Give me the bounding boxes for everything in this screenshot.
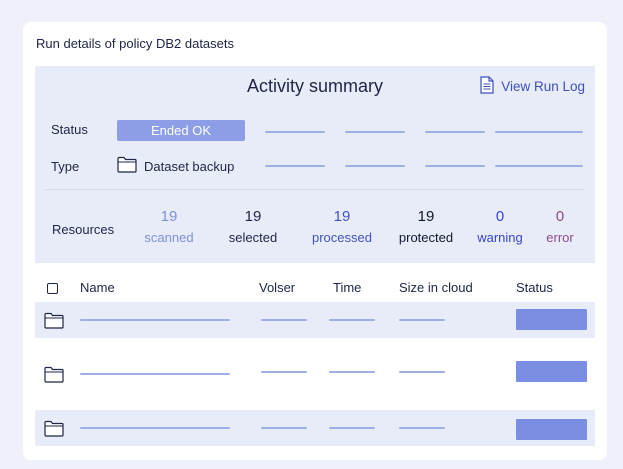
- placeholder-line: [399, 319, 445, 321]
- resource-label: error: [546, 230, 574, 245]
- placeholder-line: [345, 165, 405, 167]
- resource-label: scanned: [144, 230, 194, 245]
- placeholder-line: [80, 427, 230, 429]
- placeholder-line: [495, 131, 583, 133]
- column-header-volser[interactable]: Volser: [259, 280, 295, 295]
- placeholder-line: [399, 427, 445, 429]
- select-all-checkbox[interactable]: [47, 283, 58, 294]
- resource-count: 0: [555, 208, 565, 225]
- placeholder-line: [261, 319, 307, 321]
- resource-selected: 19 selected: [219, 208, 287, 246]
- folder-icon: [44, 312, 64, 334]
- placeholder-line: [425, 165, 485, 167]
- resource-label: protected: [398, 230, 454, 245]
- type-value: Dataset backup: [117, 156, 234, 176]
- column-header-size[interactable]: Size in cloud: [399, 280, 473, 295]
- type-label: Type: [51, 159, 80, 174]
- placeholder-line: [80, 373, 230, 375]
- placeholder-line: [425, 131, 485, 133]
- resource-error: 0 error: [535, 208, 585, 246]
- column-header-status[interactable]: Status: [516, 280, 553, 295]
- status-label: Status: [51, 122, 88, 137]
- resource-count: 0: [495, 208, 505, 225]
- status-badge: [516, 361, 587, 382]
- placeholder-line: [261, 427, 307, 429]
- card-title: Run details of policy DB2 datasets: [36, 36, 234, 51]
- resources-label: Resources: [52, 222, 115, 237]
- resource-label: selected: [228, 230, 278, 245]
- folder-icon: [44, 420, 64, 442]
- column-header-name[interactable]: Name: [80, 280, 115, 295]
- resource-scanned: 19 scanned: [135, 208, 203, 246]
- resource-count: 19: [333, 208, 351, 225]
- resource-count: 19: [244, 208, 262, 225]
- column-header-time[interactable]: Time: [333, 280, 361, 295]
- table-row[interactable]: [35, 410, 595, 446]
- status-badge: Ended OK: [117, 120, 245, 141]
- table-row[interactable]: [35, 302, 595, 338]
- table-header: Name Volser Time Size in cloud Status: [35, 274, 595, 302]
- view-run-log-link[interactable]: View Run Log: [479, 76, 585, 97]
- folder-icon: [44, 366, 64, 388]
- folder-icon: [117, 156, 137, 176]
- placeholder-line: [329, 427, 375, 429]
- placeholder-line: [399, 371, 445, 373]
- resource-processed: 19 processed: [303, 208, 381, 246]
- summary-divider: [45, 189, 585, 190]
- table-row[interactable]: [35, 356, 595, 392]
- placeholder-line: [329, 371, 375, 373]
- resource-count: 19: [160, 208, 178, 225]
- resource-count: 19: [417, 208, 435, 225]
- placeholder-line: [329, 319, 375, 321]
- resource-protected: 19 protected: [389, 208, 463, 246]
- type-value-text: Dataset backup: [144, 158, 235, 174]
- placeholder-line: [495, 165, 583, 167]
- resource-label: processed: [312, 230, 372, 245]
- status-badge: [516, 419, 587, 440]
- placeholder-line: [345, 131, 405, 133]
- placeholder-line: [265, 131, 325, 133]
- placeholder-line: [261, 371, 307, 373]
- status-badge: [516, 309, 587, 330]
- placeholder-line: [80, 319, 230, 321]
- document-icon: [479, 76, 495, 97]
- placeholder-line: [265, 165, 325, 167]
- resource-warning: 0 warning: [469, 208, 531, 246]
- run-details-card: Run details of policy DB2 datasets Activ…: [23, 22, 607, 460]
- view-run-log-label: View Run Log: [501, 79, 585, 94]
- activity-summary-panel: Activity summary View Run Log Status End…: [35, 66, 595, 263]
- resource-label: warning: [477, 230, 523, 245]
